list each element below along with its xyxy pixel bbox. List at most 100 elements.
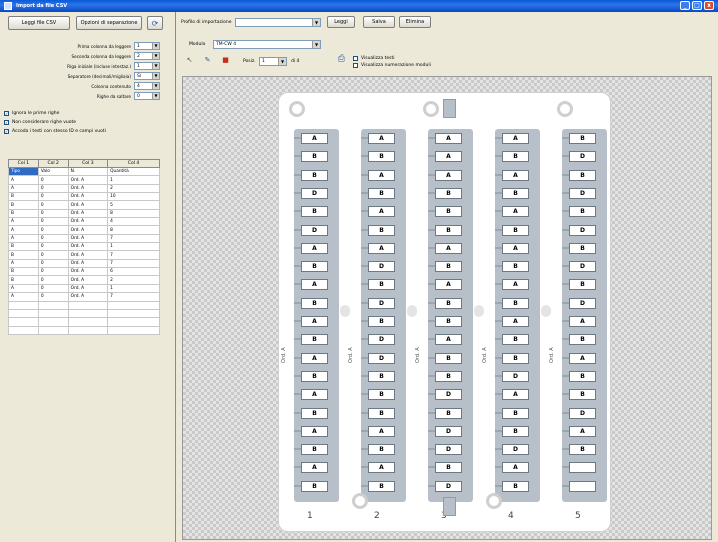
marker-cell[interactable]: B [368,389,395,401]
marker-cell[interactable]: B [435,370,462,382]
setting-stepper[interactable]: 1 ▼ [134,42,160,50]
marker-cell[interactable]: B [569,169,596,181]
setting-stepper[interactable]: 1 ▼ [134,62,160,70]
marker-cell[interactable]: B [502,187,529,199]
grid-cell[interactable]: 0 [37,292,69,302]
marker-cell[interactable]: B [502,297,529,309]
marker-cell[interactable]: B [502,334,529,346]
grid-column-header[interactable]: Col 2 [37,159,69,168]
marker-cell[interactable]: B [502,261,529,273]
grid-cell[interactable]: 0 [37,233,69,244]
grid-cell[interactable]: 4 [107,217,160,227]
close-button[interactable]: x [704,1,714,10]
load-csv-button[interactable]: Leggi file CSV [8,16,70,30]
marker-cell[interactable]: A [435,133,462,144]
table-row[interactable]: B 0 Ord. A5 [8,200,160,210]
load-profile-button[interactable]: Leggi [327,16,355,28]
marker-cell[interactable]: B [301,480,328,492]
marker-cell[interactable]: D [435,425,462,437]
marker-cell[interactable]: D [502,444,529,456]
checkbox-show-module-numbers[interactable]: Visualizza numerazione moduli [353,63,431,68]
delete-profile-button[interactable]: Elimina [399,16,431,28]
table-row[interactable]: A 0 Ord. A1 [8,283,160,294]
marker-cell[interactable]: B [368,480,395,492]
minimize-button[interactable]: _ [680,1,690,10]
grid-cell[interactable]: 10 [107,192,160,202]
marker-cell[interactable]: D [569,151,596,163]
marker-cell[interactable]: B [435,352,462,364]
marker-cell[interactable]: B [569,206,596,218]
grid-cell[interactable]: 0 [37,258,69,269]
marker-cell[interactable]: B [569,444,596,456]
marker-cell[interactable]: D [301,187,328,199]
grid-cell[interactable]: Ord. A [67,233,109,244]
grid-cell[interactable]: Ord. A [67,192,109,202]
grid-cell[interactable]: Ord. A [67,258,109,269]
grid-cell[interactable]: B [8,250,39,260]
csv-data-grid[interactable]: Col 1 Col 2 Col 3 Col 4 Tipo Valo N. Quantità A… [8,159,160,336]
marker-cell[interactable]: D [569,224,596,236]
marker-cell[interactable]: B [368,279,395,291]
grid-cell[interactable]: B [8,200,39,210]
marker-cell[interactable]: B [569,389,596,401]
marker-cell[interactable]: A [569,352,596,364]
grid-cell[interactable]: Ord. A [67,267,109,277]
grid-cell[interactable]: 0 [37,275,69,285]
marker-cell[interactable]: B [301,206,328,218]
marker-cell[interactable]: D [502,370,529,382]
marker-cell[interactable]: D [569,297,596,309]
marker-cell[interactable]: D [569,187,596,199]
setting-stepper[interactable]: Sì ▼ [134,72,160,80]
grid-cell[interactable]: 1 [107,175,160,185]
marker-cell[interactable]: A [502,169,529,181]
marker-cell[interactable]: D [435,444,462,456]
table-row[interactable]: A 0 Ord. A4 [8,217,160,227]
table-row[interactable]: B 0 Ord. A8 [8,208,160,219]
marker-cell[interactable]: B [569,279,596,291]
marker-cell[interactable]: A [368,242,395,254]
marker-cell[interactable]: A [502,316,529,327]
marker-cell[interactable]: B [502,352,529,364]
refresh-button[interactable]: ⟳ [147,16,163,30]
grid-cell[interactable]: 0 [37,283,69,294]
table-row[interactable]: A 0 Ord. A2 [8,183,160,194]
marker-cell[interactable]: A [435,151,462,163]
grid-cell[interactable]: 1 [107,283,160,294]
grid-cell[interactable]: 0 [37,242,69,252]
marker-cell[interactable]: A [502,242,529,254]
marker-cell[interactable]: B [301,444,328,456]
table-row[interactable]: A 0 Ord. A1 [8,175,160,185]
marker-cell[interactable]: B [435,187,462,199]
grid-cell[interactable]: Ord. A [67,292,109,302]
table-row[interactable]: B 0 Ord. A7 [8,250,160,260]
preview-canvas[interactable]: A B B D B D A B A B A B A B A B A B A B Ord. A1ABABABADBDBDD… [182,76,712,540]
module-select[interactable]: TM-CW 4 ▼ [213,40,321,49]
marker-cell[interactable]: B [301,169,328,181]
marker-cell[interactable]: A [435,279,462,291]
grid-cell[interactable]: 0 [37,208,69,219]
profile-select[interactable]: ▼ [235,18,321,27]
marker-cell[interactable]: B [301,370,328,382]
marker-sheet[interactable]: A B B D B D A B A B A B A B A B A B A B Ord. A1 [279,93,350,533]
marker-cell[interactable]: A [502,389,529,401]
grid-cell[interactable]: A [8,183,39,194]
marker-cell[interactable]: D [435,480,462,492]
grid-cell[interactable]: 5 [107,200,160,210]
grid-cell[interactable]: Ord. A [67,283,109,294]
marker-cell[interactable] [569,462,596,474]
checkbox-ignore-first-rows[interactable]: ✓ Ignora le prime righe [4,111,59,116]
marker-sheet[interactable]: A A A B B B A B A B B A B B D B D D B D Ord. A3 [413,93,484,533]
grid-cell[interactable]: A [8,258,39,269]
grid-cell[interactable]: Ord. A [67,183,109,194]
grid-cell[interactable]: Ord. A [67,208,109,219]
marker-cell[interactable]: B [301,334,328,346]
grid-cell[interactable]: B [8,192,39,202]
marker-cell[interactable]: B [435,316,462,327]
grid-cell[interactable]: A [8,217,39,227]
marker-cell[interactable]: D [368,261,395,273]
marker-cell[interactable]: A [368,462,395,474]
marker-cell[interactable]: A [368,169,395,181]
pointer-icon[interactable]: ↖ [185,56,194,65]
table-row[interactable]: B 0 Ord. A2 [8,275,160,285]
table-row[interactable]: A 0 Ord. A7 [8,292,160,302]
